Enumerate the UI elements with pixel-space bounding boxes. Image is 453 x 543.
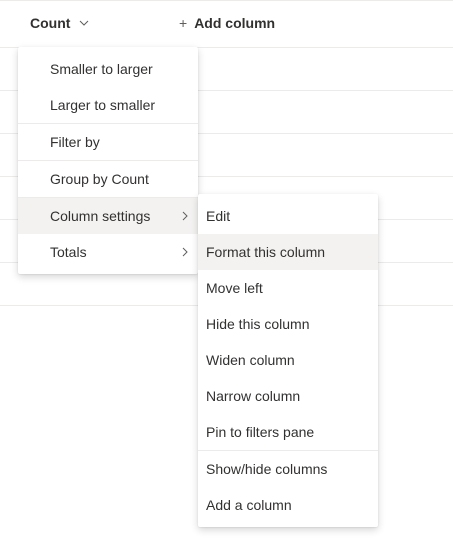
menu-item-label: Narrow column <box>206 388 301 404</box>
menu-item-label: Widen column <box>206 352 295 368</box>
menu-item-sort-descending[interactable]: Larger to smaller <box>18 87 198 123</box>
count-column-header[interactable]: Count <box>30 15 89 31</box>
menu-item-totals[interactable]: Totals <box>18 234 198 270</box>
menu-item-move-left[interactable]: Move left <box>198 270 378 306</box>
menu-item-label: Move left <box>206 280 263 296</box>
add-column-button[interactable]: + Add column <box>179 15 275 31</box>
menu-item-label: Smaller to larger <box>50 61 153 77</box>
column-header-row: Count + Add column <box>0 0 453 48</box>
plus-icon: + <box>179 15 188 31</box>
add-column-label: Add column <box>194 15 276 31</box>
chevron-down-icon <box>80 20 89 26</box>
menu-item-label: Add a column <box>206 497 292 513</box>
list-view: Count + Add column Smaller to larger Lar… <box>0 0 453 543</box>
menu-item-add-column[interactable]: Add a column <box>198 487 378 523</box>
menu-item-label: Column settings <box>50 208 151 224</box>
menu-item-filter-by[interactable]: Filter by <box>18 124 198 160</box>
menu-item-label: Edit <box>206 208 231 224</box>
menu-item-hide-column[interactable]: Hide this column <box>198 306 378 342</box>
menu-item-format-column[interactable]: Format this column <box>198 234 378 270</box>
menu-item-label: Show/hide columns <box>206 461 328 477</box>
menu-item-label: Format this column <box>206 244 326 260</box>
menu-item-show-hide-columns[interactable]: Show/hide columns <box>198 451 378 487</box>
menu-item-label: Filter by <box>50 134 100 150</box>
column-context-menu: Smaller to larger Larger to smaller Filt… <box>18 47 198 274</box>
menu-item-group-by[interactable]: Group by Count <box>18 161 198 197</box>
chevron-right-icon <box>182 211 188 221</box>
menu-item-sort-ascending[interactable]: Smaller to larger <box>18 51 198 87</box>
count-column-label: Count <box>30 15 71 31</box>
menu-item-label: Hide this column <box>206 316 310 332</box>
menu-item-label: Totals <box>50 244 87 260</box>
menu-item-pin-to-filters[interactable]: Pin to filters pane <box>198 414 378 450</box>
menu-item-label: Pin to filters pane <box>206 424 315 440</box>
menu-item-narrow-column[interactable]: Narrow column <box>198 378 378 414</box>
menu-item-label: Larger to smaller <box>50 97 156 113</box>
menu-item-column-settings[interactable]: Column settings <box>18 198 198 234</box>
menu-item-edit[interactable]: Edit <box>198 198 378 234</box>
column-settings-submenu: Edit Format this column Move left Hide t… <box>198 194 378 527</box>
menu-item-widen-column[interactable]: Widen column <box>198 342 378 378</box>
chevron-right-icon <box>182 247 188 257</box>
menu-item-label: Group by Count <box>50 171 149 187</box>
